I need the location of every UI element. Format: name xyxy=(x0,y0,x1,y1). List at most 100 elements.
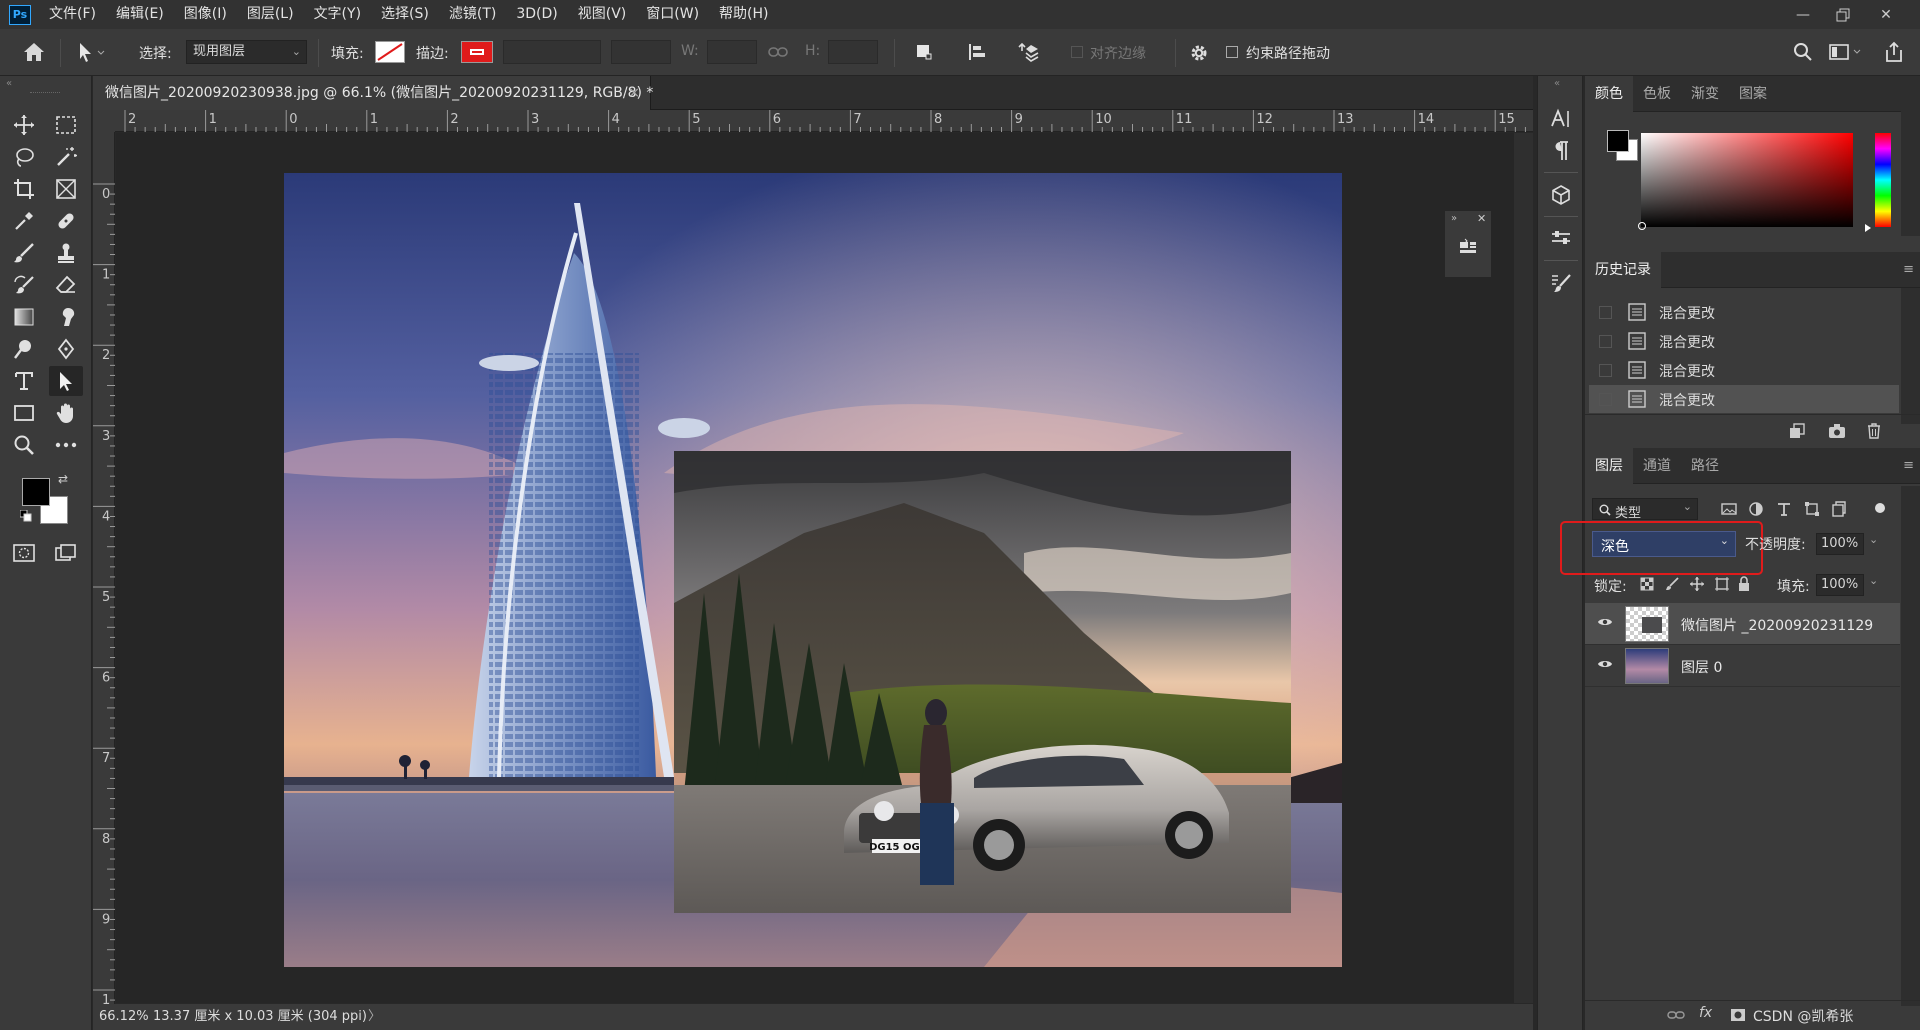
stroke-swatch[interactable] xyxy=(461,41,493,63)
status-chevron-icon[interactable]: 〉 xyxy=(368,1004,381,1030)
fill-swatch[interactable] xyxy=(375,41,405,63)
lock-artboard-icon[interactable] xyxy=(1714,576,1730,592)
3d-panel-icon[interactable] xyxy=(1546,180,1576,210)
color-picker-handle[interactable] xyxy=(1638,222,1646,230)
color-panel-scrollbar[interactable] xyxy=(1901,76,1920,236)
filter-type-icon[interactable] xyxy=(1776,501,1792,517)
history-item[interactable]: 混合更改 xyxy=(1589,356,1899,384)
width-field[interactable] xyxy=(707,40,757,64)
dodge-tool-icon[interactable] xyxy=(7,334,41,364)
stroke-type-dropdown[interactable] xyxy=(611,40,671,64)
history-menu-icon[interactable]: ≡ xyxy=(1903,262,1914,277)
opacity-chevron-icon[interactable]: ⌄ xyxy=(1869,533,1878,546)
share-icon[interactable] xyxy=(1884,41,1904,63)
menu-view[interactable]: 视图(V) xyxy=(568,0,637,29)
tab-paths[interactable]: 路径 xyxy=(1681,448,1729,484)
path-operations-icon[interactable] xyxy=(915,43,933,61)
color-field[interactable] xyxy=(1641,133,1853,227)
layer-row-selected[interactable]: 微信图片 _20200920231129 xyxy=(1585,603,1900,645)
toolbar-grip[interactable] xyxy=(30,92,60,94)
hue-slider-handle[interactable] xyxy=(1865,224,1871,232)
status-zoom[interactable]: 66.12% xyxy=(99,1004,149,1030)
add-mask-icon[interactable] xyxy=(1730,1008,1746,1022)
menu-select[interactable]: 选择(S) xyxy=(371,0,439,29)
menu-layer[interactable]: 图层(L) xyxy=(237,0,304,29)
eyedropper-tool-icon[interactable] xyxy=(7,206,41,236)
magic-wand-tool-icon[interactable] xyxy=(49,142,83,172)
layer-row[interactable]: 图层 0 xyxy=(1585,645,1900,687)
properties-icon[interactable] xyxy=(1457,237,1479,259)
opacity-field[interactable]: 100% xyxy=(1816,533,1864,555)
camera-icon[interactable] xyxy=(1828,423,1846,439)
brush-settings-panel-icon[interactable] xyxy=(1546,268,1576,298)
minimize-icon[interactable]: — xyxy=(1783,0,1823,29)
close-tab-icon[interactable]: × xyxy=(628,76,640,110)
tab-color[interactable]: 颜色 xyxy=(1585,76,1633,112)
close-window-icon[interactable]: ✕ xyxy=(1866,0,1906,29)
color-foreground-swatch[interactable] xyxy=(1607,130,1629,152)
menu-edit[interactable]: 编辑(E) xyxy=(106,0,174,29)
path-alignment-icon[interactable] xyxy=(967,42,987,62)
canvas-image[interactable]: DG15 OGS xyxy=(284,173,1342,967)
fill-opacity-field[interactable]: 100% xyxy=(1816,574,1864,596)
tab-patterns[interactable]: 图案 xyxy=(1729,76,1777,112)
zoom-tool-icon[interactable] xyxy=(7,430,41,460)
quick-mask-icon[interactable] xyxy=(7,538,41,568)
lock-position-icon[interactable] xyxy=(1689,576,1705,592)
fx-icon[interactable]: fx xyxy=(1699,1005,1712,1021)
menu-file[interactable]: 文件(F) xyxy=(39,0,106,29)
layer-thumbnail[interactable] xyxy=(1625,648,1669,684)
fill-chevron-icon[interactable]: ⌄ xyxy=(1869,574,1878,587)
layer-name[interactable]: 图层 0 xyxy=(1681,657,1722,677)
expand-panel-icon[interactable]: » xyxy=(1451,213,1457,224)
stroke-width-field[interactable] xyxy=(503,40,601,64)
tab-layers[interactable]: 图层 xyxy=(1585,448,1633,484)
menu-type[interactable]: 文字(Y) xyxy=(304,0,371,29)
swap-colors-icon[interactable]: ⇄ xyxy=(58,472,68,486)
frame-tool-icon[interactable] xyxy=(49,174,83,204)
move-tool-icon[interactable] xyxy=(7,110,41,140)
align-edges-checkbox[interactable] xyxy=(1071,46,1083,58)
select-layer-dropdown[interactable]: 现用图层 ⌄ xyxy=(186,40,307,64)
link-layers-icon[interactable] xyxy=(1667,1009,1685,1021)
rectangle-tool-icon[interactable] xyxy=(7,398,41,428)
layers-scrollbar[interactable] xyxy=(1901,486,1920,1006)
path-arrangement-icon[interactable] xyxy=(1018,41,1042,63)
history-item-selected[interactable]: 混合更改 xyxy=(1589,385,1899,413)
history-snapshot-checkbox[interactable] xyxy=(1599,364,1612,377)
stamp-tool-icon[interactable] xyxy=(49,238,83,268)
layers-menu-icon[interactable]: ≡ xyxy=(1903,458,1914,473)
close-panel-icon[interactable]: ✕ xyxy=(1477,212,1486,225)
gear-icon[interactable] xyxy=(1189,43,1209,63)
canvas-area[interactable]: DG15 OGS xyxy=(116,133,1514,1003)
hand-tool-icon[interactable] xyxy=(49,398,83,428)
screen-mode-icon[interactable] xyxy=(49,538,83,568)
path-select-tool-icon[interactable] xyxy=(76,41,106,63)
restore-icon[interactable] xyxy=(1823,0,1863,29)
filter-smart-object-icon[interactable] xyxy=(1831,501,1847,517)
brush-tool-icon[interactable] xyxy=(7,238,41,268)
history-snapshot-checkbox[interactable] xyxy=(1599,306,1612,319)
history-snapshot-checkbox[interactable] xyxy=(1599,393,1612,406)
layer-thumbnail[interactable] xyxy=(1625,606,1669,642)
more-tools-icon[interactable] xyxy=(49,430,83,460)
collapse-dock-icon[interactable]: « xyxy=(1554,78,1560,89)
filter-toggle-icon[interactable] xyxy=(1875,503,1885,513)
search-icon[interactable] xyxy=(1793,42,1813,62)
height-field[interactable] xyxy=(828,40,878,64)
vertical-scrollbar[interactable] xyxy=(1514,133,1533,1003)
foreground-color-front[interactable] xyxy=(22,478,50,506)
collapse-icon[interactable]: « xyxy=(6,78,12,89)
adjustments-panel-icon[interactable] xyxy=(1546,224,1576,254)
menu-filter[interactable]: 滤镜(T) xyxy=(439,0,506,29)
menu-help[interactable]: 帮助(H) xyxy=(709,0,778,29)
history-snapshot-checkbox[interactable] xyxy=(1599,335,1612,348)
visibility-eye-icon[interactable] xyxy=(1597,658,1613,670)
new-document-from-state-icon[interactable] xyxy=(1788,423,1806,439)
history-scrollbar[interactable] xyxy=(1901,288,1920,424)
history-item[interactable]: 混合更改 xyxy=(1589,298,1899,326)
history-brush-tool-icon[interactable] xyxy=(7,270,41,300)
eraser-tool-icon[interactable] xyxy=(49,270,83,300)
tab-swatches[interactable]: 色板 xyxy=(1633,76,1681,112)
history-item[interactable]: 混合更改 xyxy=(1589,327,1899,355)
